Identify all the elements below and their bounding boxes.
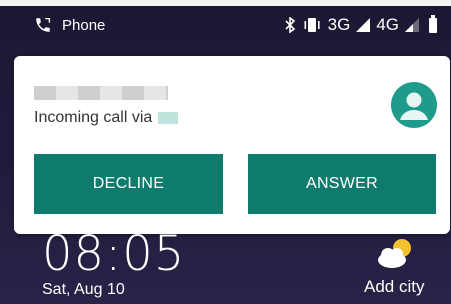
signal-icon: [405, 18, 419, 32]
answer-button[interactable]: ANSWER: [248, 154, 436, 214]
decline-button[interactable]: DECLINE: [34, 154, 223, 214]
app-label: Phone: [62, 16, 106, 34]
signal-icon: [356, 18, 371, 32]
incoming-call-card: Incoming call via DECLINE ANSWER: [14, 56, 450, 234]
battery-icon: [429, 14, 437, 33]
call-account-redacted: [158, 112, 179, 124]
phone-icon: [36, 17, 51, 32]
add-city-button[interactable]: Add city: [364, 277, 424, 297]
clock-time: 08:05: [42, 226, 186, 282]
caller-name-redacted: [34, 86, 168, 100]
lock-screen: Phone 3G 4G Incoming call via DECLINE AN…: [0, 0, 451, 304]
incoming-call-via-text: Incoming call via: [34, 109, 153, 126]
call-via-line: Incoming call via: [34, 109, 179, 127]
status-right: 3G 4G: [284, 14, 437, 35]
bluetooth-icon: [285, 17, 295, 33]
weather-icon[interactable]: [374, 236, 416, 270]
network-3g-label: 3G: [327, 15, 351, 34]
status-left: Phone: [34, 16, 105, 34]
network-4g-label: 4G: [376, 15, 399, 34]
contact-avatar-icon: [391, 82, 437, 128]
clock-date: Sat, Aug 10: [42, 281, 125, 298]
status-bar: Phone 3G 4G: [0, 6, 451, 44]
vibrate-icon: [304, 18, 320, 32]
